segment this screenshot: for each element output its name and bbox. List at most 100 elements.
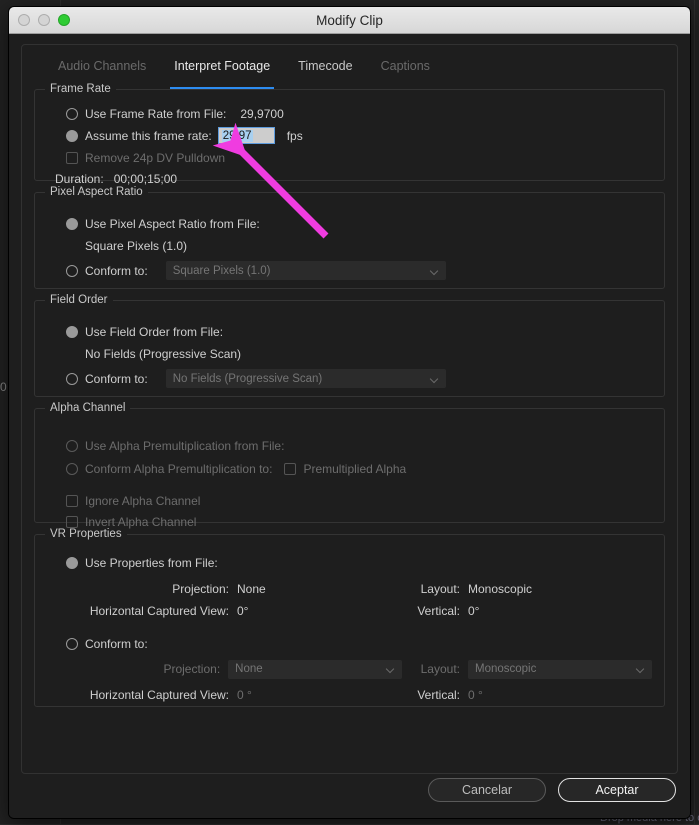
frame-rate-legend: Frame Rate xyxy=(45,83,116,95)
use-field-order-from-file-label: Use Field Order from File: xyxy=(85,324,224,339)
invert-alpha-label: Invert Alpha Channel xyxy=(85,514,197,529)
conform-alpha-premultiplication-radio xyxy=(66,462,78,475)
vr-file-horizontal-value: 0° xyxy=(237,604,249,618)
vr-file-layout-label: Layout: xyxy=(420,582,460,596)
accept-button[interactable]: Aceptar xyxy=(558,778,676,802)
duration-label: Duration: xyxy=(55,171,104,186)
chevron-down-icon xyxy=(431,267,438,274)
vr-conform-radio[interactable] xyxy=(66,637,78,650)
vr-file-layout-value: Monoscopic xyxy=(468,582,533,596)
vr-conform-horizontal-label: Horizontal Captured View: xyxy=(89,688,229,702)
modify-clip-dialog: Modify Clip Audio Channels Interpret Foo… xyxy=(8,6,691,819)
tab-timecode[interactable]: Timecode xyxy=(284,59,366,89)
window-titlebar: Modify Clip xyxy=(9,7,690,34)
cancel-button[interactable]: Cancelar xyxy=(428,778,546,802)
use-par-from-file-label: Use Pixel Aspect Ratio from File: xyxy=(85,216,260,231)
tab-interpret-footage[interactable]: Interpret Footage xyxy=(160,59,284,89)
vr-file-projection-label: Projection: xyxy=(172,582,229,596)
frame-rate-input-value: 29,97 xyxy=(221,129,253,142)
fps-unit-label: fps xyxy=(286,128,303,143)
use-frame-rate-from-file-label: Use Frame Rate from File: xyxy=(85,106,227,121)
chevron-down-icon xyxy=(387,665,394,672)
pixel-aspect-ratio-group: Pixel Aspect Ratio Use Pixel Aspect Rati… xyxy=(34,186,665,289)
vr-conform-projection-dropdown-value: None xyxy=(235,663,263,675)
chevron-down-icon xyxy=(637,665,644,672)
assume-frame-rate-row[interactable]: Assume this frame rate: 29,97 fps xyxy=(66,124,652,147)
backdrop-divider xyxy=(694,0,695,825)
use-vr-properties-from-file-label: Use Properties from File: xyxy=(85,555,218,570)
use-field-order-from-file-row[interactable]: Use Field Order from File: xyxy=(66,320,652,343)
par-conform-dropdown[interactable]: Square Pixels (1.0) xyxy=(165,261,446,280)
frame-rate-group: Frame Rate Use Frame Rate from File: 29,… xyxy=(34,83,665,186)
ignore-alpha-checkbox xyxy=(66,494,78,507)
field-order-conform-radio[interactable] xyxy=(66,372,78,385)
vr-conform-layout-label: Layout: xyxy=(420,662,460,676)
par-file-value: Square Pixels (1.0) xyxy=(85,238,188,253)
dialog-body: Audio Channels Interpret Footage Timecod… xyxy=(9,34,690,818)
field-order-conform-dropdown-value: No Fields (Progressive Scan) xyxy=(172,372,323,385)
use-alpha-premultiplication-label: Use Alpha Premultiplication from File: xyxy=(85,438,285,453)
vr-properties-group: VR Properties Use Properties from File: … xyxy=(34,528,665,707)
background-left-digit: 0 xyxy=(0,380,7,394)
remove-pulldown-checkbox xyxy=(66,151,78,164)
vr-conform-label: Conform to: xyxy=(85,636,148,651)
use-vr-properties-from-file-radio[interactable] xyxy=(66,556,78,569)
vr-file-horizontal-row: Horizontal Captured View: 0° Vertical: 0… xyxy=(47,600,652,622)
use-par-from-file-radio[interactable] xyxy=(66,217,78,230)
ignore-alpha-row: Ignore Alpha Channel xyxy=(66,490,652,511)
field-order-file-value: No Fields (Progressive Scan) xyxy=(85,346,242,361)
vr-conform-row[interactable]: Conform to: xyxy=(66,632,652,655)
conform-alpha-premultiplication-label: Conform Alpha Premultiplication to: xyxy=(85,461,273,476)
vr-file-vertical-label: Vertical: xyxy=(417,604,460,618)
use-vr-properties-from-file-row[interactable]: Use Properties from File: xyxy=(66,551,652,574)
invert-alpha-checkbox xyxy=(66,515,78,528)
premultiplied-alpha-label: Premultiplied Alpha xyxy=(303,461,407,476)
ignore-alpha-label: Ignore Alpha Channel xyxy=(85,493,201,508)
use-frame-rate-from-file-row[interactable]: Use Frame Rate from File: 29,9700 xyxy=(66,103,652,124)
use-frame-rate-from-file-radio[interactable] xyxy=(66,107,78,120)
vr-file-vertical-value: 0° xyxy=(468,604,480,618)
vr-conform-vertical-value: 0 ° xyxy=(468,688,483,702)
vr-file-projection-value: None xyxy=(237,582,266,596)
vr-file-projection-row: Projection: None Layout: Monoscopic xyxy=(47,578,652,600)
vr-file-horizontal-label: Horizontal Captured View: xyxy=(89,604,229,618)
pixel-aspect-ratio-legend: Pixel Aspect Ratio xyxy=(45,186,148,198)
tab-bar: Audio Channels Interpret Footage Timecod… xyxy=(32,55,667,89)
vr-conform-vertical-label: Vertical: xyxy=(417,688,460,702)
use-par-from-file-row[interactable]: Use Pixel Aspect Ratio from File: xyxy=(66,212,652,235)
par-conform-label: Conform to: xyxy=(85,263,148,278)
vr-conform-projection-dropdown: None xyxy=(228,659,402,679)
file-frame-rate-value: 29,9700 xyxy=(240,106,284,121)
field-order-legend: Field Order xyxy=(45,294,113,306)
tab-captions[interactable]: Captions xyxy=(367,59,444,89)
premultiplied-alpha-checkbox xyxy=(284,462,297,475)
field-order-group: Field Order Use Field Order from File: N… xyxy=(34,294,665,397)
use-field-order-from-file-radio[interactable] xyxy=(66,325,78,338)
alpha-channel-group: Alpha Channel Use Alpha Premultiplicatio… xyxy=(34,402,665,529)
remove-pulldown-label: Remove 24p DV Pulldown xyxy=(85,150,226,165)
invert-alpha-row: Invert Alpha Channel xyxy=(66,511,652,532)
vr-conform-projection-row: Projection: None Layout: Monoscopic xyxy=(47,658,652,680)
vr-conform-horizontal-row: Horizontal Captured View: 0 ° Vertical: … xyxy=(47,684,652,706)
use-alpha-premultiplication-radio xyxy=(66,439,78,452)
alpha-channel-legend: Alpha Channel xyxy=(45,402,131,414)
dialog-footer: Cancelar Aceptar xyxy=(9,762,690,818)
window-title: Modify Clip xyxy=(316,12,383,28)
assume-frame-rate-label: Assume this frame rate: xyxy=(85,128,212,143)
par-conform-radio[interactable] xyxy=(66,264,78,277)
chevron-down-icon xyxy=(431,375,438,382)
vr-properties-legend: VR Properties xyxy=(45,528,127,540)
vr-conform-projection-label: Projection: xyxy=(163,662,221,676)
field-order-conform-dropdown[interactable]: No Fields (Progressive Scan) xyxy=(165,369,446,388)
field-order-conform-row[interactable]: Conform to: No Fields (Progressive Scan) xyxy=(66,367,652,390)
field-order-file-value-row: No Fields (Progressive Scan) xyxy=(85,343,652,364)
frame-rate-input[interactable]: 29,97 xyxy=(217,127,275,144)
conform-alpha-premultiplication-row: Conform Alpha Premultiplication to: Prem… xyxy=(66,457,652,480)
field-order-conform-label: Conform to: xyxy=(85,371,148,386)
vr-conform-layout-dropdown: Monoscopic xyxy=(468,659,652,679)
dialog-panel: Audio Channels Interpret Footage Timecod… xyxy=(21,44,678,774)
par-conform-dropdown-value: Square Pixels (1.0) xyxy=(172,264,271,277)
remove-pulldown-row: Remove 24p DV Pulldown xyxy=(66,147,652,168)
assume-frame-rate-radio[interactable] xyxy=(66,129,78,142)
par-conform-row[interactable]: Conform to: Square Pixels (1.0) xyxy=(66,259,652,282)
